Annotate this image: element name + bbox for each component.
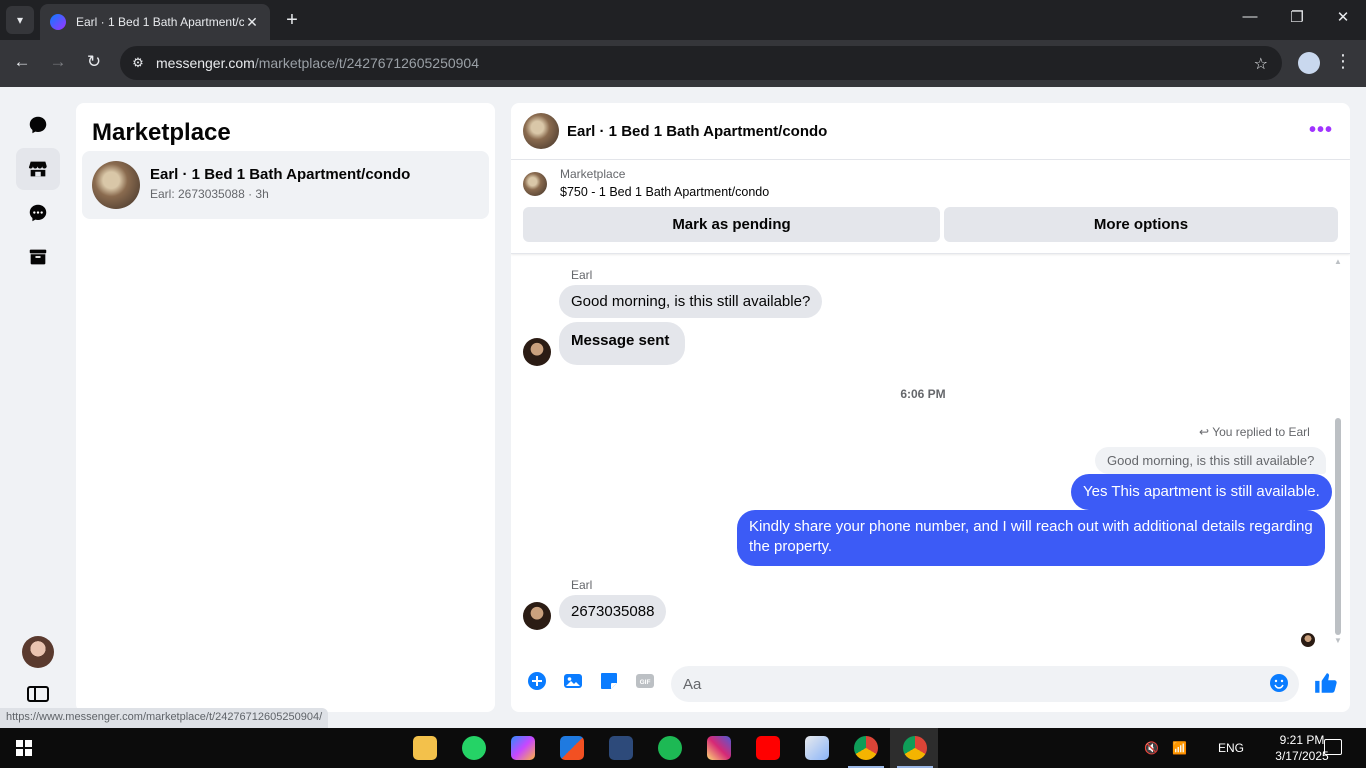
archive-nav[interactable] <box>16 236 60 278</box>
reply-arrow-icon: ↩ <box>1199 425 1210 439</box>
listing-title[interactable]: $750 - 1 Bed 1 Bath Apartment/condo <box>560 185 769 199</box>
message-input[interactable] <box>671 666 1299 702</box>
browser-tab-bar: ▾ Earl · 1 Bed 1 Bath Apartment/condo ✕ … <box>0 0 1366 40</box>
close-tab-icon[interactable]: ✕ <box>244 14 260 31</box>
svg-text:GIF: GIF <box>640 679 651 686</box>
more-options-button[interactable]: More options <box>944 207 1338 242</box>
message-composer: GIF <box>511 658 1350 712</box>
archive-icon <box>29 249 47 265</box>
scroll-up-icon[interactable]: ▲ <box>1334 257 1342 266</box>
tab-list-button[interactable]: ▾ <box>6 6 34 34</box>
left-rail <box>0 87 76 727</box>
sidebar-toggle-icon[interactable] <box>27 686 49 702</box>
back-button[interactable]: ← <box>11 52 33 72</box>
chat-header: Earl · 1 Bed 1 Bath Apartment/condo ••• <box>511 103 1350 160</box>
outgoing-message[interactable]: Yes This apartment is still available. <box>1071 474 1332 510</box>
quoted-message[interactable]: Good morning, is this still available? <box>1095 447 1327 474</box>
language-indicator[interactable]: ENG <box>1218 741 1244 755</box>
photoshop-icon[interactable] <box>609 736 633 760</box>
store-icon <box>28 161 47 177</box>
conversation-preview: Earl: 2673035088 · 3h <box>150 187 269 201</box>
chat-panel: Earl · 1 Bed 1 Bath Apartment/condo ••• … <box>511 103 1350 712</box>
plus-circle-icon[interactable] <box>527 671 547 691</box>
messenger-icon <box>50 14 66 30</box>
minimize-button[interactable]: — <box>1240 8 1260 25</box>
message-bubble[interactable]: Message sent <box>559 322 686 365</box>
conversation-name: Earl · 1 Bed 1 Bath Apartment/condo <box>150 166 411 183</box>
site-info-icon[interactable]: ⚙ <box>120 55 156 71</box>
copilot-icon[interactable] <box>511 736 535 760</box>
chrome-profile-icon[interactable] <box>897 736 933 768</box>
gif-icon[interactable]: GIF <box>635 671 655 691</box>
restore-button[interactable]: ❐ <box>1287 8 1307 26</box>
windows-start-icon[interactable] <box>16 740 32 756</box>
chrome-icon[interactable] <box>848 736 884 768</box>
address-bar[interactable]: ⚙ messenger.com/marketplace/t/2427671260… <box>120 46 1282 80</box>
reply-label: ↩ You replied to Earl <box>1199 425 1310 439</box>
sender-avatar[interactable] <box>523 338 551 366</box>
listing-banner: Marketplace $750 - 1 Bed 1 Bath Apartmen… <box>511 160 1350 254</box>
chats-nav[interactable] <box>16 104 60 146</box>
wifi-icon[interactable]: 📶 <box>1172 741 1187 755</box>
chat-title[interactable]: Earl · 1 Bed 1 Bath Apartment/condo <box>567 123 827 140</box>
paint-icon[interactable] <box>805 736 829 760</box>
close-window-button[interactable]: ✕ <box>1333 8 1353 26</box>
speaker-icon[interactable]: 🔇 <box>1144 741 1159 755</box>
browser-tab[interactable]: Earl · 1 Bed 1 Bath Apartment/condo ✕ <box>40 4 270 40</box>
marketplace-nav[interactable] <box>16 148 60 190</box>
user-avatar[interactable] <box>22 636 54 668</box>
scroll-down-icon[interactable]: ▼ <box>1334 636 1342 645</box>
sticker-icon[interactable] <box>599 671 619 691</box>
notification-center-icon[interactable] <box>1324 739 1342 755</box>
emoji-icon[interactable] <box>1269 673 1289 693</box>
browser-toolbar: ← → ↻ ⚙ messenger.com/marketplace/t/2427… <box>0 40 1366 87</box>
outgoing-message[interactable]: Kindly share your phone number, and I wi… <box>737 510 1325 566</box>
requests-nav[interactable] <box>16 192 60 234</box>
message-bubble[interactable]: Good morning, is this still available? <box>559 285 823 318</box>
sender-name: Earl <box>571 268 593 282</box>
more-icon[interactable]: ••• <box>1309 119 1333 142</box>
thumbs-up-icon[interactable] <box>1313 670 1339 696</box>
tab-title: Earl · 1 Bed 1 Bath Apartment/condo <box>76 15 244 29</box>
chat-bubble-icon <box>29 116 47 134</box>
profile-avatar[interactable] <box>1298 52 1320 74</box>
forward-button[interactable]: → <box>47 52 69 72</box>
url-text: messenger.com/marketplace/t/242767126052… <box>156 55 480 71</box>
mark-pending-button[interactable]: Mark as pending <box>523 207 940 242</box>
conversation-item[interactable]: Earl · 1 Bed 1 Bath Apartment/condo Earl… <box>82 151 489 219</box>
message-timestamp: 6:06 PM <box>900 387 946 401</box>
youtube-icon[interactable] <box>756 736 780 760</box>
microsoft-store-icon[interactable] <box>560 736 584 760</box>
message-dots-icon <box>29 204 47 222</box>
sender-name: Earl <box>571 578 593 592</box>
file-explorer-icon[interactable] <box>413 736 437 760</box>
spotify-icon[interactable] <box>658 736 682 760</box>
browser-menu-icon[interactable]: ⋮ <box>1334 51 1352 72</box>
scrollbar[interactable] <box>1335 418 1341 635</box>
instagram-icon[interactable] <box>707 736 731 760</box>
chat-header-avatar[interactable] <box>523 113 559 149</box>
windows-taskbar: 🔇 📶 ENG 9:21 PM 3/17/2025 <box>0 728 1366 768</box>
message-bubble[interactable]: 2673035088 <box>559 595 667 628</box>
listing-thumbnail <box>92 161 140 209</box>
panel-title: Marketplace <box>92 119 231 146</box>
sender-avatar[interactable] <box>523 602 551 630</box>
bookmark-star-icon[interactable]: ☆ <box>1254 54 1268 74</box>
conversation-list-panel: Marketplace Earl · 1 Bed 1 Bath Apartmen… <box>76 103 495 712</box>
seen-indicator-avatar <box>1301 633 1315 647</box>
listing-source: Marketplace <box>560 167 626 181</box>
listing-thumbnail[interactable] <box>523 172 547 196</box>
link-status-bar: https://www.messenger.com/marketplace/t/… <box>0 708 329 728</box>
whatsapp-icon[interactable] <box>462 736 486 760</box>
new-tab-button[interactable]: + <box>282 8 302 32</box>
reload-button[interactable]: ↻ <box>83 52 105 72</box>
photo-icon[interactable] <box>563 671 583 691</box>
